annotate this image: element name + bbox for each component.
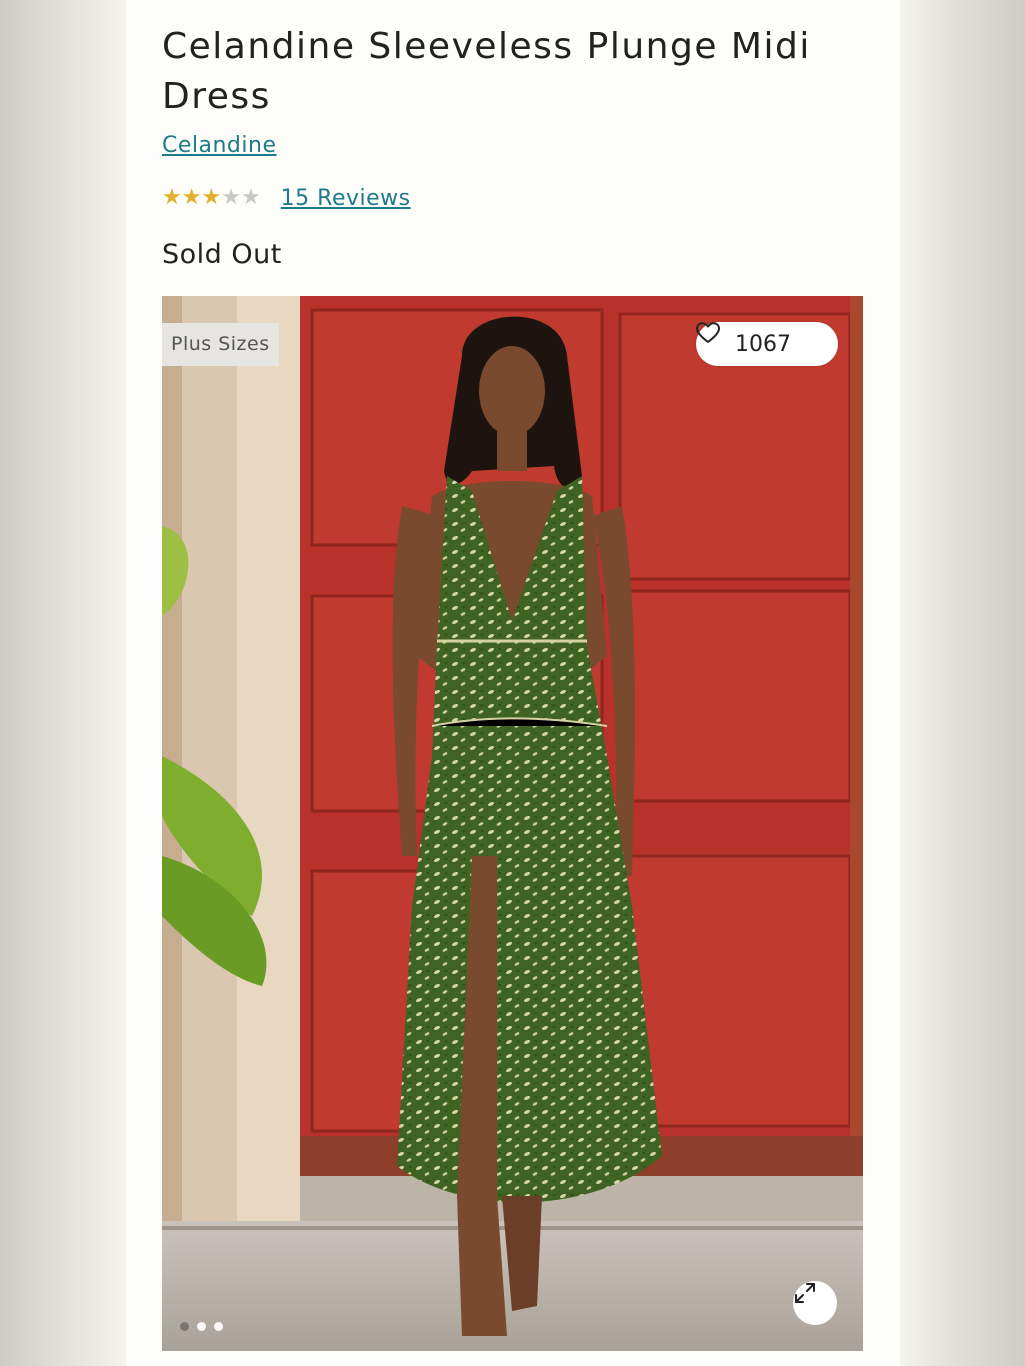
carousel-dot[interactable]	[214, 1322, 223, 1331]
left-backdrop	[0, 0, 126, 1366]
brand-link[interactable]: Celandine	[162, 133, 277, 158]
star-icon: ★	[162, 185, 182, 210]
product-title: Celandine Sleeveless Plunge Midi Dress	[162, 26, 811, 117]
right-backdrop	[900, 0, 1025, 1366]
star-icon: ★	[181, 185, 202, 210]
like-count: 1067	[735, 331, 791, 357]
carousel-dot[interactable]	[180, 1322, 189, 1331]
product-page: Celandine Sleeveless Plunge Midi Dress C…	[126, 0, 900, 1366]
carousel-dots	[180, 1322, 223, 1331]
plus-sizes-badge: Plus Sizes	[162, 323, 279, 366]
stock-status: Sold Out	[162, 239, 282, 270]
rating-row: ★ ★ ★ ★ ★ 15 Reviews	[162, 184, 411, 212]
expand-image-button[interactable]	[793, 1281, 837, 1325]
model-photo-illustration	[162, 296, 863, 1351]
star-icon: ★	[240, 185, 261, 210]
reviews-link[interactable]: 15 Reviews	[281, 186, 411, 211]
product-image[interactable]: Plus Sizes 1067	[162, 296, 863, 1351]
star-rating: ★ ★ ★ ★ ★	[162, 184, 261, 212]
carousel-dot[interactable]	[197, 1322, 206, 1331]
star-icon: ★	[201, 185, 222, 210]
like-button[interactable]: 1067	[696, 322, 838, 366]
star-icon: ★	[221, 185, 241, 210]
